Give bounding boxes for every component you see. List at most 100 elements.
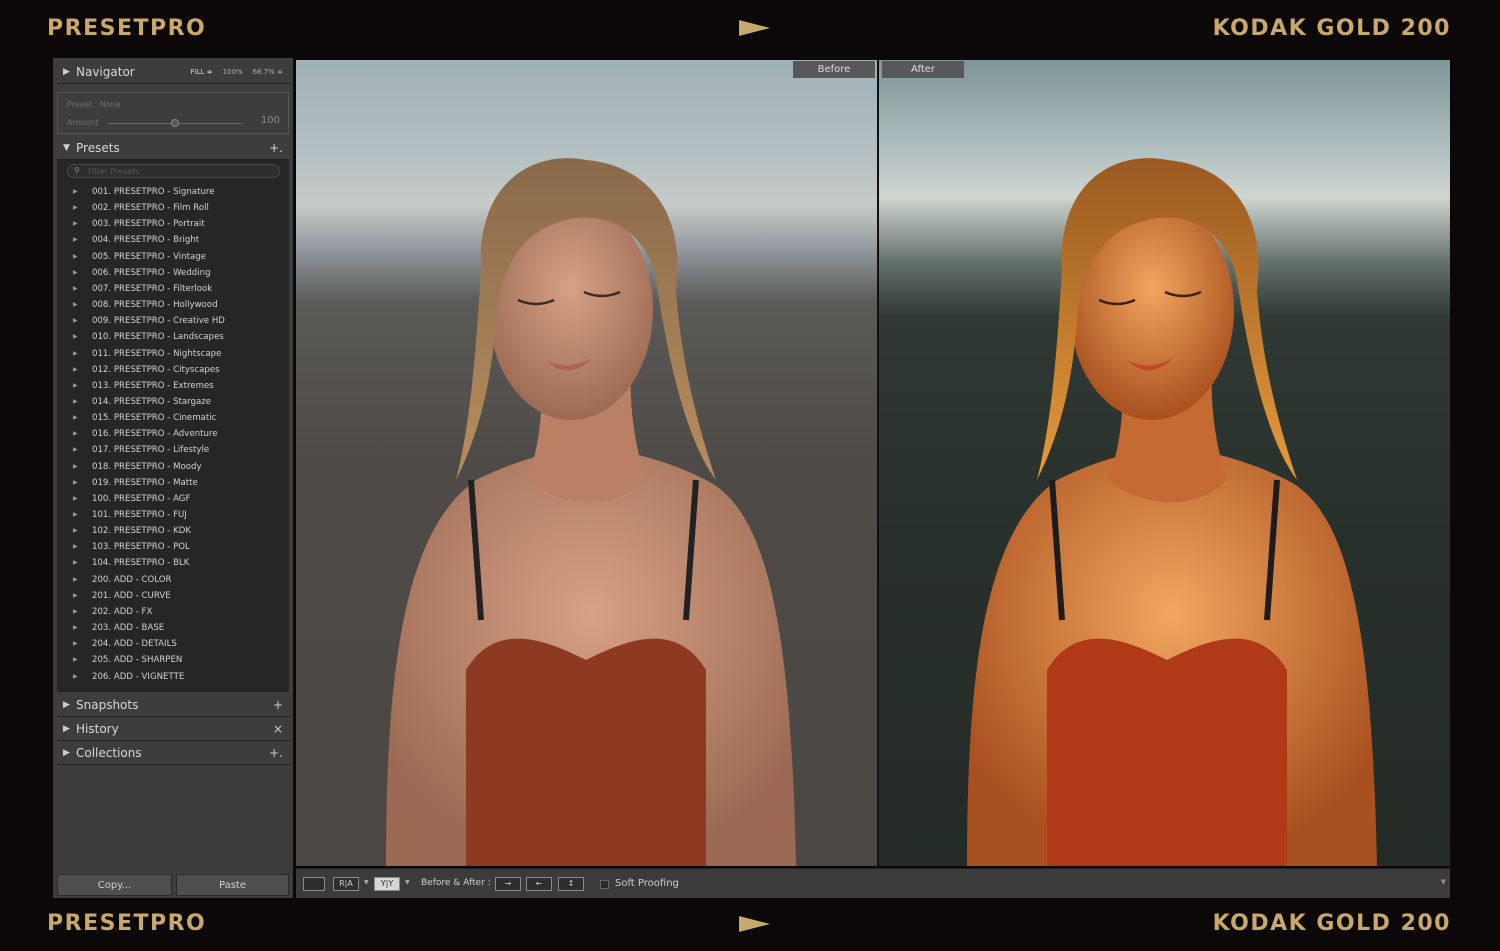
expand-triangle-icon[interactable]: ▶	[73, 200, 78, 216]
zoom-66[interactable]: 66.7% ≑	[253, 68, 283, 76]
preset-item[interactable]: ▶ 204. ADD - DETAILS	[69, 636, 279, 652]
zoom-fill[interactable]: FILL ≑	[191, 68, 213, 76]
add-collection-icon[interactable]: +.	[269, 741, 283, 765]
expand-triangle-icon[interactable]: ▶	[73, 620, 78, 636]
expand-triangle-icon[interactable]: ▶	[73, 523, 78, 539]
preset-item[interactable]: ▶ 202. ADD - FX	[69, 604, 279, 620]
before-after-split-button[interactable]: Y|Y	[374, 877, 400, 891]
expand-triangle-icon[interactable]: ▶	[73, 362, 78, 378]
before-after-label: Before & After :	[421, 878, 491, 888]
before-after-lr-button[interactable]: R|A	[333, 877, 359, 891]
preset-item[interactable]: ▶ 203. ADD - BASE	[69, 620, 279, 636]
expand-triangle-icon[interactable]: ▶	[73, 555, 78, 571]
preset-item[interactable]: ▶ 018. PRESETPRO - Moody	[69, 459, 279, 475]
expand-triangle-icon[interactable]: ▶	[73, 491, 78, 507]
preset-item[interactable]: ▶ 014. PRESETPRO - Stargaze	[69, 394, 279, 410]
add-preset-icon[interactable]: +.	[269, 136, 283, 160]
copy-before-to-after-button[interactable]: →	[495, 877, 521, 891]
expand-triangle-icon[interactable]: ▶	[63, 741, 70, 765]
preset-item[interactable]: ▶ 100. PRESETPRO - AGF	[69, 491, 279, 507]
expand-triangle-icon[interactable]: ▶	[73, 572, 78, 588]
preset-item[interactable]: ▶ 103. PRESETPRO - POL	[69, 539, 279, 555]
expand-triangle-icon[interactable]: ▶	[73, 410, 78, 426]
preset-item[interactable]: ▶ 101. PRESETPRO - FUJ	[69, 507, 279, 523]
after-photo[interactable]: After	[879, 60, 1450, 866]
filter-presets-input[interactable]	[88, 166, 268, 177]
expand-triangle-icon[interactable]: ▶	[73, 507, 78, 523]
amount-label: Amount	[67, 118, 99, 127]
expand-triangle-icon[interactable]: ▶	[73, 184, 78, 200]
copy-button[interactable]: Copy...	[57, 874, 172, 896]
expand-triangle-icon[interactable]: ▶	[73, 281, 78, 297]
history-header[interactable]: ▶ History ×	[57, 717, 289, 741]
preset-item[interactable]: ▶ 011. PRESETPRO - Nightscape	[69, 346, 279, 362]
expand-triangle-icon[interactable]: ▶	[73, 459, 78, 475]
expand-triangle-icon[interactable]: ▶	[73, 604, 78, 620]
before-photo[interactable]: Before	[296, 60, 877, 866]
expand-triangle-icon[interactable]: ▶	[73, 378, 78, 394]
expand-triangle-icon[interactable]: ▶	[73, 346, 78, 362]
clear-history-icon[interactable]: ×	[273, 717, 283, 741]
preset-item[interactable]: ▶ 205. ADD - SHARPEN	[69, 652, 279, 668]
navigator-zoom-options[interactable]: FILL ≑ 100% 66.7% ≑	[181, 60, 283, 84]
preset-item[interactable]: ▶ 019. PRESETPRO - Matte	[69, 475, 279, 491]
expand-triangle-icon[interactable]: ▶	[73, 232, 78, 248]
collections-header[interactable]: ▶ Collections +.	[57, 741, 289, 765]
preset-item[interactable]: ▶ 006. PRESETPRO - Wedding	[69, 265, 279, 281]
preset-item[interactable]: ▶ 016. PRESETPRO - Adventure	[69, 426, 279, 442]
preset-item[interactable]: ▶ 017. PRESETPRO - Lifestyle	[69, 442, 279, 458]
expand-triangle-icon[interactable]: ▶	[73, 297, 78, 313]
expand-triangle-icon[interactable]: ▶	[73, 588, 78, 604]
expand-triangle-icon[interactable]: ▶	[73, 329, 78, 345]
expand-triangle-icon[interactable]: ▶	[73, 426, 78, 442]
paste-button[interactable]: Paste	[176, 874, 289, 896]
preset-item[interactable]: ▶ 002. PRESETPRO - Film Roll	[69, 200, 279, 216]
filter-presets-field[interactable]: ⚲	[67, 164, 280, 178]
preset-item[interactable]: ▶ 004. PRESETPRO - Bright	[69, 232, 279, 248]
preset-item[interactable]: ▶ 206. ADD - VIGNETTE	[69, 669, 279, 685]
presets-header[interactable]: ▼ Presets +.	[57, 136, 289, 160]
preset-item[interactable]: ▶ 005. PRESETPRO - Vintage	[69, 249, 279, 265]
chevron-down-icon[interactable]: ▼	[405, 879, 410, 886]
preset-item[interactable]: ▶ 015. PRESETPRO - Cinematic	[69, 410, 279, 426]
expand-triangle-icon[interactable]: ▶	[73, 442, 78, 458]
swap-before-after-button[interactable]: ↕	[558, 877, 584, 891]
collapse-triangle-icon[interactable]: ▼	[63, 136, 70, 160]
preset-item[interactable]: ▶ 003. PRESETPRO - Portrait	[69, 216, 279, 232]
expand-triangle-icon[interactable]: ▶	[73, 216, 78, 232]
preset-item[interactable]: ▶ 102. PRESETPRO - KDK	[69, 523, 279, 539]
amount-slider-knob[interactable]	[171, 119, 179, 127]
preset-item[interactable]: ▶ 001. PRESETPRO - Signature	[69, 184, 279, 200]
expand-triangle-icon[interactable]: ▶	[73, 539, 78, 555]
expand-triangle-icon[interactable]: ▶	[73, 475, 78, 491]
preset-item[interactable]: ▶ 200. ADD - COLOR	[69, 572, 279, 588]
expand-triangle-icon[interactable]: ▶	[63, 693, 70, 717]
preset-item[interactable]: ▶ 013. PRESETPRO - Extremes	[69, 378, 279, 394]
preset-item-label: 001. PRESETPRO - Signature	[92, 187, 215, 197]
add-snapshot-icon[interactable]: +	[273, 693, 283, 717]
snapshots-header[interactable]: ▶ Snapshots +	[57, 693, 289, 717]
expand-triangle-icon[interactable]: ▶	[73, 652, 78, 668]
expand-triangle-icon[interactable]: ▶	[73, 669, 78, 685]
loupe-view-button[interactable]	[303, 877, 325, 891]
expand-triangle-icon[interactable]: ▶	[73, 313, 78, 329]
copy-after-to-before-button[interactable]: ←	[526, 877, 552, 891]
expand-triangle-icon[interactable]: ▶	[73, 265, 78, 281]
chevron-down-icon[interactable]: ▼	[364, 879, 369, 886]
expand-triangle-icon[interactable]: ▶	[63, 717, 70, 741]
preset-item[interactable]: ▶ 010. PRESETPRO - Landscapes	[69, 329, 279, 345]
expand-triangle-icon[interactable]: ▶	[73, 249, 78, 265]
preset-item[interactable]: ▶ 009. PRESETPRO - Creative HD	[69, 313, 279, 329]
preset-item[interactable]: ▶ 104. PRESETPRO - BLK	[69, 555, 279, 571]
expand-triangle-icon[interactable]: ▶	[73, 636, 78, 652]
toolbar-menu-icon[interactable]: ▼	[1441, 878, 1446, 886]
expand-triangle-icon[interactable]: ▶	[63, 60, 70, 84]
soft-proofing-checkbox[interactable]	[600, 880, 609, 889]
navigator-header[interactable]: ▶ Navigator FILL ≑ 100% 66.7% ≑	[57, 60, 289, 84]
preset-item[interactable]: ▶ 007. PRESETPRO - Filterlook	[69, 281, 279, 297]
zoom-100[interactable]: 100%	[223, 68, 243, 76]
preset-item[interactable]: ▶ 201. ADD - CURVE	[69, 588, 279, 604]
preset-item[interactable]: ▶ 008. PRESETPRO - Hollywood	[69, 297, 279, 313]
expand-triangle-icon[interactable]: ▶	[73, 394, 78, 410]
preset-item[interactable]: ▶ 012. PRESETPRO - Cityscapes	[69, 362, 279, 378]
